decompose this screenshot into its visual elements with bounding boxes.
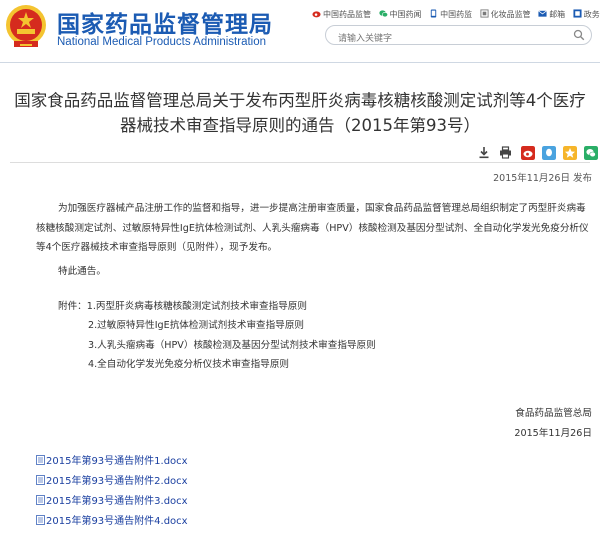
toplink-label: 中国药品监管	[323, 10, 371, 19]
share-qzone-icon[interactable]	[563, 145, 578, 160]
attachment-item: 3.人乳头瘤病毒（HPV）核酸检测及基因分型试剂技术审查指导原则	[88, 339, 376, 351]
toplink-gov[interactable]: 政务	[573, 9, 600, 20]
article-title: 国家食品药品监督管理总局关于发布丙型肝炎病毒核糖核酸测定试剂等4个医疗 器械技术…	[10, 88, 590, 138]
site-subtitle: National Medical Products Administration	[57, 36, 267, 48]
publish-date: 2015年11月26日 发布	[493, 173, 592, 184]
attachment-item: 4.全自动化学发光免疫分析仪技术审查指导原则	[88, 359, 290, 371]
signature-date: 2015年11月26日	[514, 428, 592, 439]
signature: 食品药品监管总局 2015年11月26日	[514, 404, 592, 444]
signature-org: 食品药品监管总局	[515, 408, 592, 419]
search-icon[interactable]	[573, 29, 585, 41]
file-download-link[interactable]: 2015年第93号通告附件4.docx	[36, 512, 188, 532]
toplink-label: 化妆品监管	[490, 10, 531, 19]
notice-text: 特此通告。	[58, 266, 106, 277]
wechat-icon	[378, 10, 388, 18]
article-title-line-2: 器械技术审查指导原则的通告（2015年第93号）	[120, 116, 480, 135]
attachment-list: 附件：1.丙型肝炎病毒核糖核酸测定试剂技术审查指导原则 2.过敏原特异性IgE抗…	[58, 297, 376, 375]
share-weibo-icon[interactable]	[521, 145, 536, 160]
file-name: 2015年第93号通告附件2.docx	[46, 476, 188, 487]
toplink-cosmetics[interactable]: 化妆品监管	[480, 9, 531, 20]
title-divider	[10, 162, 590, 163]
toplink-weibo[interactable]: 中国药品监管	[312, 9, 371, 20]
article-body: 为加强医疗器械产品注册工作的监督和指导，进一步提高注册审查质量，国家食品药品监督…	[36, 199, 592, 258]
file-name: 2015年第93号通告附件1.docx	[46, 456, 188, 467]
file-download-link[interactable]: 2015年第93号通告附件2.docx	[36, 472, 188, 492]
file-name: 2015年第93号通告附件3.docx	[46, 496, 188, 507]
document-icon	[36, 515, 45, 525]
toplink-label: 政务	[583, 10, 600, 19]
mail-icon	[538, 10, 547, 17]
site-header: 国家药品监督管理局 National Medical Products Admi…	[0, 0, 600, 63]
toplink-wechat[interactable]: 中国药闻	[378, 9, 422, 20]
file-download-link[interactable]: 2015年第93号通告附件3.docx	[36, 492, 188, 512]
article-tools	[478, 142, 600, 160]
file-download-link[interactable]: 2015年第93号通告附件1.docx	[36, 452, 188, 472]
attachment-item: 附件：1.丙型肝炎病毒核糖核酸测定试剂技术审查指导原则	[58, 301, 307, 312]
toplink-label: 中国药闻	[389, 10, 422, 19]
search-box	[325, 25, 592, 47]
document-icon	[36, 495, 45, 505]
document-icon	[36, 475, 45, 485]
search-input[interactable]	[338, 31, 568, 47]
gov-icon	[573, 9, 582, 18]
national-emblem-icon	[6, 5, 46, 47]
toplink-label: 邮箱	[549, 10, 566, 19]
document-icon	[36, 455, 45, 465]
top-links: 中国药品监管 中国药闻 中国药监 化妆品监管 邮箱 政务	[312, 9, 600, 23]
site-title[interactable]: 国家药品监督管理局	[57, 5, 273, 39]
toplink-app[interactable]: 中国药监	[429, 9, 472, 20]
article-title-line-1: 国家食品药品监督管理总局关于发布丙型肝炎病毒核糖核酸测定试剂等4个医疗	[14, 91, 586, 110]
print-icon[interactable]	[499, 146, 512, 159]
share-wechat-icon[interactable]	[584, 145, 599, 160]
attachment-item: 2.过敏原特异性IgE抗体检测试剂技术审查指导原则	[88, 320, 305, 332]
file-downloads: 2015年第93号通告附件1.docx 2015年第93号通告附件2.docx …	[36, 452, 188, 532]
weibo-icon	[312, 11, 321, 18]
article-paragraph: 为加强医疗器械产品注册工作的监督和指导，进一步提高注册审查质量，国家食品药品监督…	[36, 203, 589, 253]
cosmetics-icon	[480, 9, 489, 18]
download-icon[interactable]	[478, 146, 490, 159]
toplink-mail[interactable]: 邮箱	[538, 9, 565, 20]
file-name: 2015年第93号通告附件4.docx	[46, 516, 188, 527]
share-qq-icon[interactable]	[542, 145, 557, 160]
toplink-label: 中国药监	[440, 10, 473, 19]
app-icon	[430, 9, 437, 18]
